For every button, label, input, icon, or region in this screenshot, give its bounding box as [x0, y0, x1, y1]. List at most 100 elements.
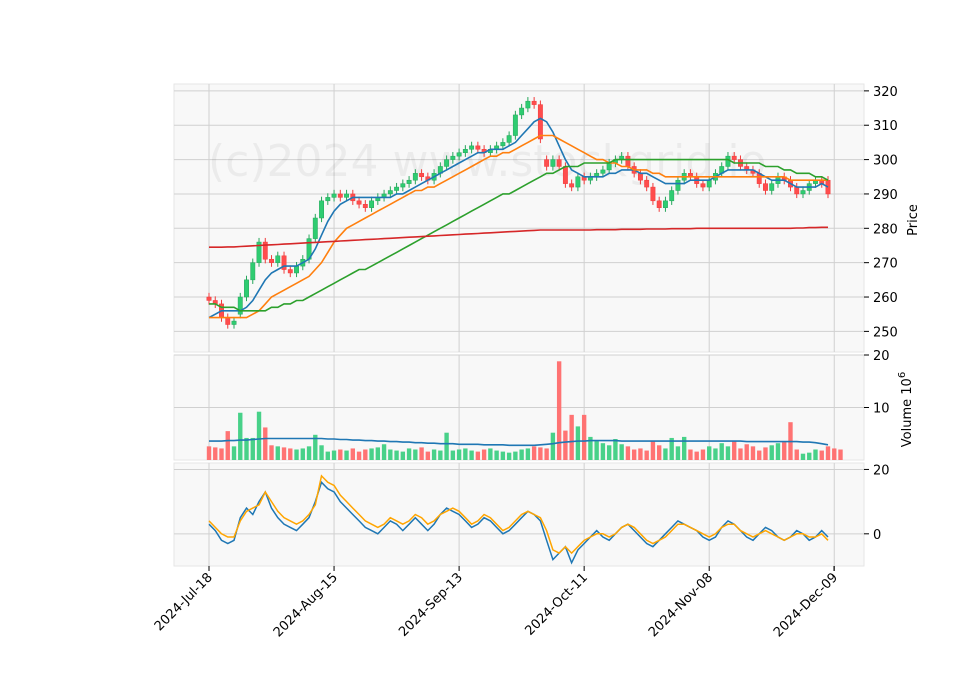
- volume-bar: [581, 414, 587, 460]
- candle-body: [344, 193, 349, 198]
- volume-bar: [413, 449, 418, 460]
- volume-bar: [738, 448, 743, 460]
- candle-body: [537, 104, 543, 140]
- x-tick-label: 2024-Aug-15: [271, 570, 341, 640]
- volume-bar: [563, 430, 568, 460]
- volume-bar: [832, 448, 837, 460]
- volume-bar: [269, 445, 274, 460]
- volume-bar: [525, 448, 531, 460]
- volume-bar: [281, 447, 287, 460]
- volume-bar: [638, 448, 643, 460]
- candle-body: [769, 183, 775, 191]
- candle-body: [500, 142, 506, 147]
- candle-body: [700, 183, 706, 188]
- volume-bar: [625, 446, 631, 460]
- candle-body: [337, 193, 343, 198]
- y-tick-label: 10: [873, 402, 890, 417]
- volume-bar: [219, 448, 224, 460]
- candle-body: [469, 145, 475, 150]
- volume-bar: [263, 427, 268, 460]
- volume-bar: [288, 448, 293, 460]
- candle-body: [662, 200, 668, 208]
- volume-bar: [750, 446, 756, 460]
- volume-bar: [425, 451, 431, 460]
- stock-chart: (c)2024 www.stockgrid.io 2024-Jul-18 2024…: [152, 83, 921, 640]
- volume-bar: [206, 446, 212, 460]
- candle-body: [406, 179, 412, 184]
- candle-body: [325, 197, 331, 202]
- x-tick-label: 2024-Nov-08: [646, 570, 716, 640]
- candle-body: [462, 149, 468, 153]
- volume-bar: [538, 447, 543, 460]
- volume-bar: [363, 449, 368, 460]
- volume-bar: [575, 426, 581, 460]
- candle-body: [544, 159, 550, 167]
- volume-bar: [656, 445, 662, 460]
- candle-body: [206, 296, 212, 301]
- volume-bar: [519, 449, 524, 460]
- candle-body: [237, 296, 243, 315]
- price-axis-label: Price: [906, 204, 921, 236]
- candle-body: [387, 190, 393, 195]
- candle-body: [569, 183, 575, 188]
- volume-bar: [306, 446, 312, 460]
- candle-body: [450, 155, 456, 160]
- candle-body: [275, 255, 281, 263]
- candle-body: [400, 183, 406, 188]
- volume-bar: [275, 446, 280, 460]
- volume-bar: [819, 450, 824, 460]
- volume-bar: [807, 452, 812, 460]
- candle-body: [331, 193, 337, 198]
- volume-bar: [419, 447, 424, 460]
- volume-bar: [775, 443, 781, 460]
- volume-bar: [375, 447, 381, 460]
- volume-bar: [531, 446, 537, 460]
- volume-bar: [513, 451, 518, 460]
- volume-bar: [406, 448, 412, 460]
- x-tick-label: 2024-Oct-11: [522, 570, 590, 638]
- volume-bar: [600, 443, 606, 460]
- volume-bar: [225, 431, 230, 460]
- candle-body: [637, 173, 643, 181]
- volume-bar: [469, 450, 474, 460]
- volume-bar: [481, 449, 487, 460]
- volume-bar: [294, 449, 299, 460]
- x-tick-label: 2024-Sep-13: [396, 570, 466, 640]
- volume-bar: [732, 441, 737, 460]
- volume-bar: [244, 437, 249, 460]
- candle-body: [669, 190, 675, 202]
- volume-bar: [463, 448, 468, 460]
- candle-body: [606, 162, 612, 171]
- volume-bar: [381, 444, 387, 460]
- candle-body: [456, 152, 462, 157]
- candle-body: [319, 200, 324, 219]
- price-panel-bg: [173, 83, 865, 353]
- volume-bar: [556, 361, 562, 460]
- volume-bar: [769, 445, 774, 460]
- x-tick-label: 2024-Jul-18: [152, 570, 216, 634]
- volume-bar: [825, 446, 831, 460]
- y-tick-label: 250: [873, 325, 898, 340]
- candle-body: [512, 114, 518, 136]
- y-tick-label: 20: [873, 349, 890, 364]
- volume-bar: [456, 449, 462, 460]
- y-tick-label: 270: [873, 257, 898, 272]
- candle-body: [294, 265, 299, 274]
- volume-bar: [450, 450, 456, 460]
- candle-body: [644, 179, 650, 188]
- y-tick-label: 20: [873, 463, 890, 478]
- volume-bar: [700, 449, 706, 460]
- candle-body: [506, 135, 512, 143]
- volume-bar: [494, 450, 499, 460]
- volume-bar: [763, 447, 768, 460]
- candle-body: [562, 166, 568, 184]
- volume-bar: [713, 448, 718, 460]
- volume-bar: [707, 446, 712, 460]
- volume-bar: [500, 451, 506, 460]
- candle-body: [763, 183, 768, 191]
- candle-body: [225, 317, 231, 325]
- volume-bar: [338, 449, 343, 460]
- candle-body: [287, 269, 293, 274]
- volume-bar: [757, 450, 762, 460]
- volume-bar: [800, 453, 806, 460]
